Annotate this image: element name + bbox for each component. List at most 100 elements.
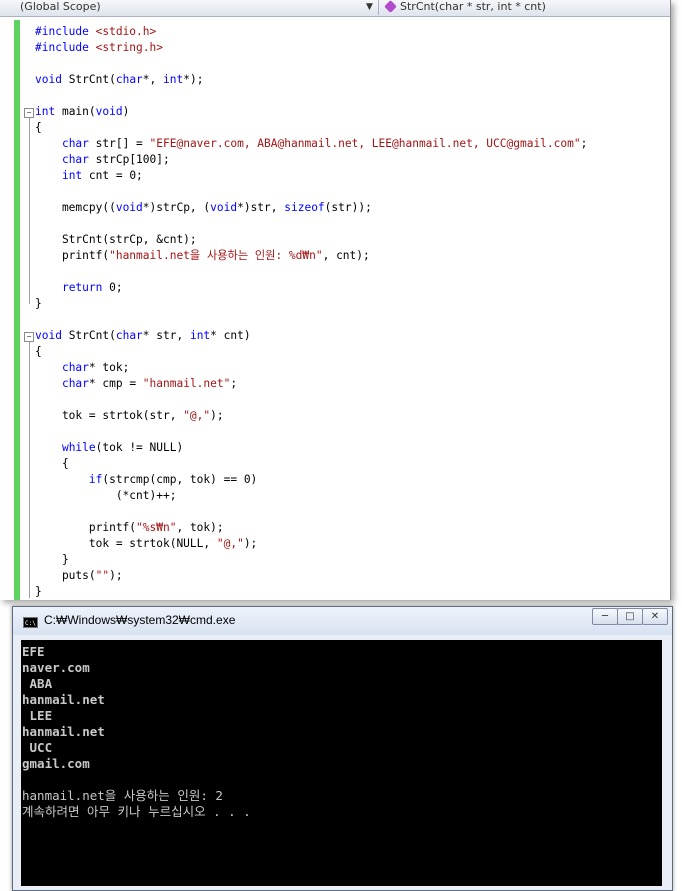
code-token: printf( xyxy=(35,521,137,534)
console-line: hanmail.net을 사용하는 인원: 2 xyxy=(22,788,223,803)
code-token: puts( xyxy=(35,569,96,582)
code-token: * tok; xyxy=(88,361,130,374)
code-token: printf( xyxy=(35,249,110,262)
code-line: char str[] = "EFE@naver.com, ABA@hanmail… xyxy=(35,136,587,152)
keyword-token: void xyxy=(35,73,62,86)
collapse-strcnt-icon[interactable]: − xyxy=(24,332,34,342)
keyword-token: char xyxy=(61,137,89,150)
keyword-token: int xyxy=(163,73,184,86)
code-token: } xyxy=(35,553,69,566)
navigation-bar: (Global Scope) ▼ StrCnt(char * str, int … xyxy=(0,0,670,17)
string-token: "hanmail.net을 사용하는 인원: %d₩n" xyxy=(109,249,323,262)
console-output[interactable]: EFE naver.com ABA hanmail.net LEE hanmail.n… xyxy=(21,640,662,886)
code-line: (*cnt)++; xyxy=(35,488,587,504)
code-line: printf("%s₩n", tok); xyxy=(35,520,587,536)
keyword-token: int xyxy=(189,329,211,342)
console-line: gmail.com xyxy=(22,756,90,771)
keyword-token: while xyxy=(61,441,96,454)
code-token: StrCnt( xyxy=(61,73,116,86)
code-token: { xyxy=(35,121,42,134)
code-token: * cmp = xyxy=(88,377,143,390)
keyword-token: void xyxy=(35,329,62,342)
code-line: memcpy((void*)strCp, (void*)str, sizeof(… xyxy=(35,200,587,216)
scope-dropdown[interactable]: (Global Scope) xyxy=(0,0,379,15)
function-dropdown[interactable]: StrCnt(char * str, int * cnt) xyxy=(380,0,670,15)
code-token: ; xyxy=(230,377,238,390)
console-line: naver.com xyxy=(22,660,90,675)
string-token: "@," xyxy=(216,537,244,550)
code-token: , cnt); xyxy=(322,249,370,262)
code-line: if(strcmp(cmp, tok) == 0) xyxy=(35,472,587,488)
console-title-bar[interactable]: C:\ C:₩Windows₩system32₩cmd.exe ─ □ ✕ xyxy=(13,607,672,635)
code-token: ; xyxy=(580,137,588,150)
code-line: tok = strtok(NULL, "@,"); xyxy=(35,536,587,552)
console-line: 계속하려면 아무 키나 누르십시오 . . . xyxy=(22,804,251,819)
string-token: <string.h> xyxy=(95,41,163,54)
scope-dropdown-label: (Global Scope) xyxy=(20,0,101,13)
maximize-button[interactable]: □ xyxy=(617,608,643,625)
code-line: void StrCnt(char* str, int* cnt) xyxy=(35,328,587,344)
code-token: ); xyxy=(109,569,123,582)
console-scrollbar[interactable] xyxy=(663,640,671,886)
keyword-token: sizeof xyxy=(284,201,325,214)
code-line: #include <stdio.h> xyxy=(35,24,587,40)
keyword-token: int xyxy=(61,169,83,182)
code-token: 0; xyxy=(102,281,123,294)
keyword-token: #include xyxy=(35,25,96,38)
code-token: ); xyxy=(243,537,258,550)
keyword-token: void xyxy=(210,201,238,214)
code-token: memcpy(( xyxy=(35,201,116,214)
code-line: void StrCnt(char*, int*); xyxy=(35,72,587,88)
keyword-token: char xyxy=(115,73,143,86)
code-token: StrCnt( xyxy=(61,329,116,342)
function-dropdown-label: StrCnt(char * str, int * cnt) xyxy=(400,0,546,13)
code-token: , tok); xyxy=(176,521,224,534)
code-line: { xyxy=(35,344,587,360)
collapse-main-icon[interactable]: − xyxy=(24,108,34,118)
code-area[interactable]: #include <stdio.h> #include <string.h> vo… xyxy=(35,24,587,600)
console-line: ABA xyxy=(22,676,53,691)
string-token: "%s₩n" xyxy=(136,521,177,534)
console-line: hanmail.net xyxy=(22,692,105,707)
code-token: (*cnt)++; xyxy=(35,489,177,502)
code-line: while(tok != NULL) xyxy=(35,440,587,456)
code-line: int main(void) xyxy=(35,104,587,120)
keyword-token: #include xyxy=(35,41,96,54)
code-token: strCp[100]; xyxy=(88,153,170,166)
keyword-token: if xyxy=(88,473,103,486)
code-line: tok = strtok(str, "@,"); xyxy=(35,408,587,424)
code-editor[interactable]: (Global Scope) ▼ StrCnt(char * str, int … xyxy=(0,0,671,600)
code-token: str[] = xyxy=(88,137,150,150)
code-token: ); xyxy=(210,409,224,422)
code-token: main( xyxy=(55,105,96,118)
fold-guide-line xyxy=(29,118,30,304)
keyword-token: char xyxy=(115,329,143,342)
keyword-token: void xyxy=(95,105,123,118)
code-token: (tok != NULL) xyxy=(95,441,184,454)
code-token: * cnt) xyxy=(210,329,251,342)
code-token: } xyxy=(35,297,42,310)
code-line: printf("hanmail.net을 사용하는 인원: %d₩n", cnt… xyxy=(35,248,587,264)
close-button[interactable]: ✕ xyxy=(642,608,668,625)
dropdown-arrow-icon[interactable]: ▼ xyxy=(366,0,373,15)
console-window[interactable]: C:\ C:₩Windows₩system32₩cmd.exe ─ □ ✕ EF… xyxy=(12,606,673,891)
keyword-token: char xyxy=(61,377,89,390)
code-token: *, xyxy=(142,73,164,86)
code-line: } xyxy=(35,552,587,568)
keyword-token: void xyxy=(115,201,143,214)
console-line: LEE xyxy=(22,708,53,723)
code-token: StrCnt(strCp, &cnt); xyxy=(35,233,197,246)
code-token: (strcmp(cmp, tok) == 0) xyxy=(102,473,258,486)
minimize-button[interactable]: ─ xyxy=(592,608,618,625)
code-token: } xyxy=(35,585,42,598)
